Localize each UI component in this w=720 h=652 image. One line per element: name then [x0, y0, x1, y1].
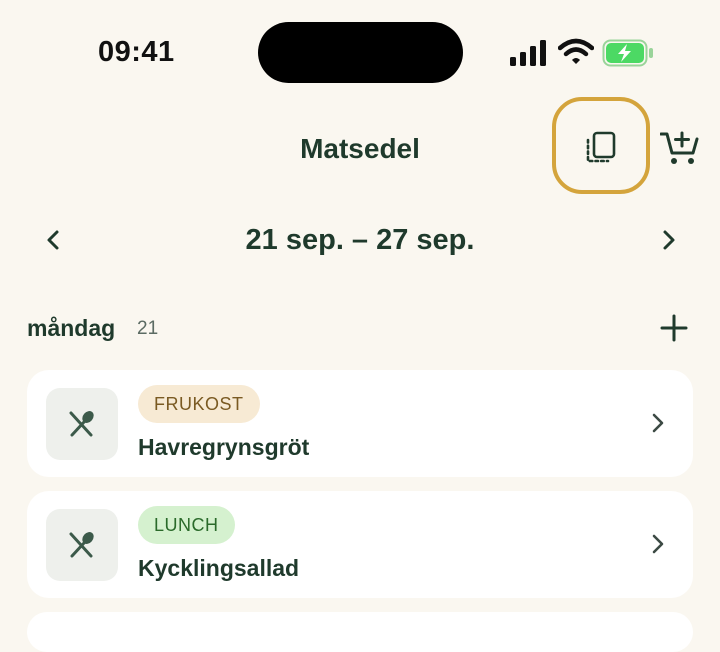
- plus-icon[interactable]: [656, 310, 692, 346]
- meal-name: Havregrynsgröt: [138, 434, 310, 460]
- copy-icon[interactable]: [583, 130, 619, 166]
- dynamic-island: [258, 22, 463, 83]
- day-number: 21: [137, 318, 159, 339]
- utensils-icon: [69, 411, 94, 437]
- utensils-icon: [69, 532, 94, 558]
- meal-type-badge: LUNCH: [138, 506, 235, 544]
- signal-icon: [510, 40, 546, 66]
- meal-card-frukost[interactable]: FRUKOST Havregrynsgröt: [27, 370, 693, 477]
- cart-add-icon[interactable]: [660, 128, 700, 166]
- meal-icon-box: [46, 509, 118, 581]
- chevron-right-icon: [652, 534, 664, 554]
- meal-name: Kycklingsallad: [138, 555, 300, 581]
- week-range: 21 sep. – 27 sep.: [245, 224, 475, 256]
- chevron-right-icon: [652, 413, 664, 433]
- meal-icon-box: [46, 388, 118, 460]
- day-name: måndag: [27, 315, 116, 341]
- wifi-icon: [558, 38, 594, 64]
- status-time: 09:41: [98, 36, 175, 68]
- meal-card-partial[interactable]: [27, 612, 693, 652]
- battery-icon: [602, 39, 653, 67]
- chevron-right-icon[interactable]: [650, 222, 686, 258]
- meal-type-badge: FRUKOST: [138, 385, 260, 423]
- meal-card-lunch[interactable]: LUNCH Kycklingsallad: [27, 491, 693, 598]
